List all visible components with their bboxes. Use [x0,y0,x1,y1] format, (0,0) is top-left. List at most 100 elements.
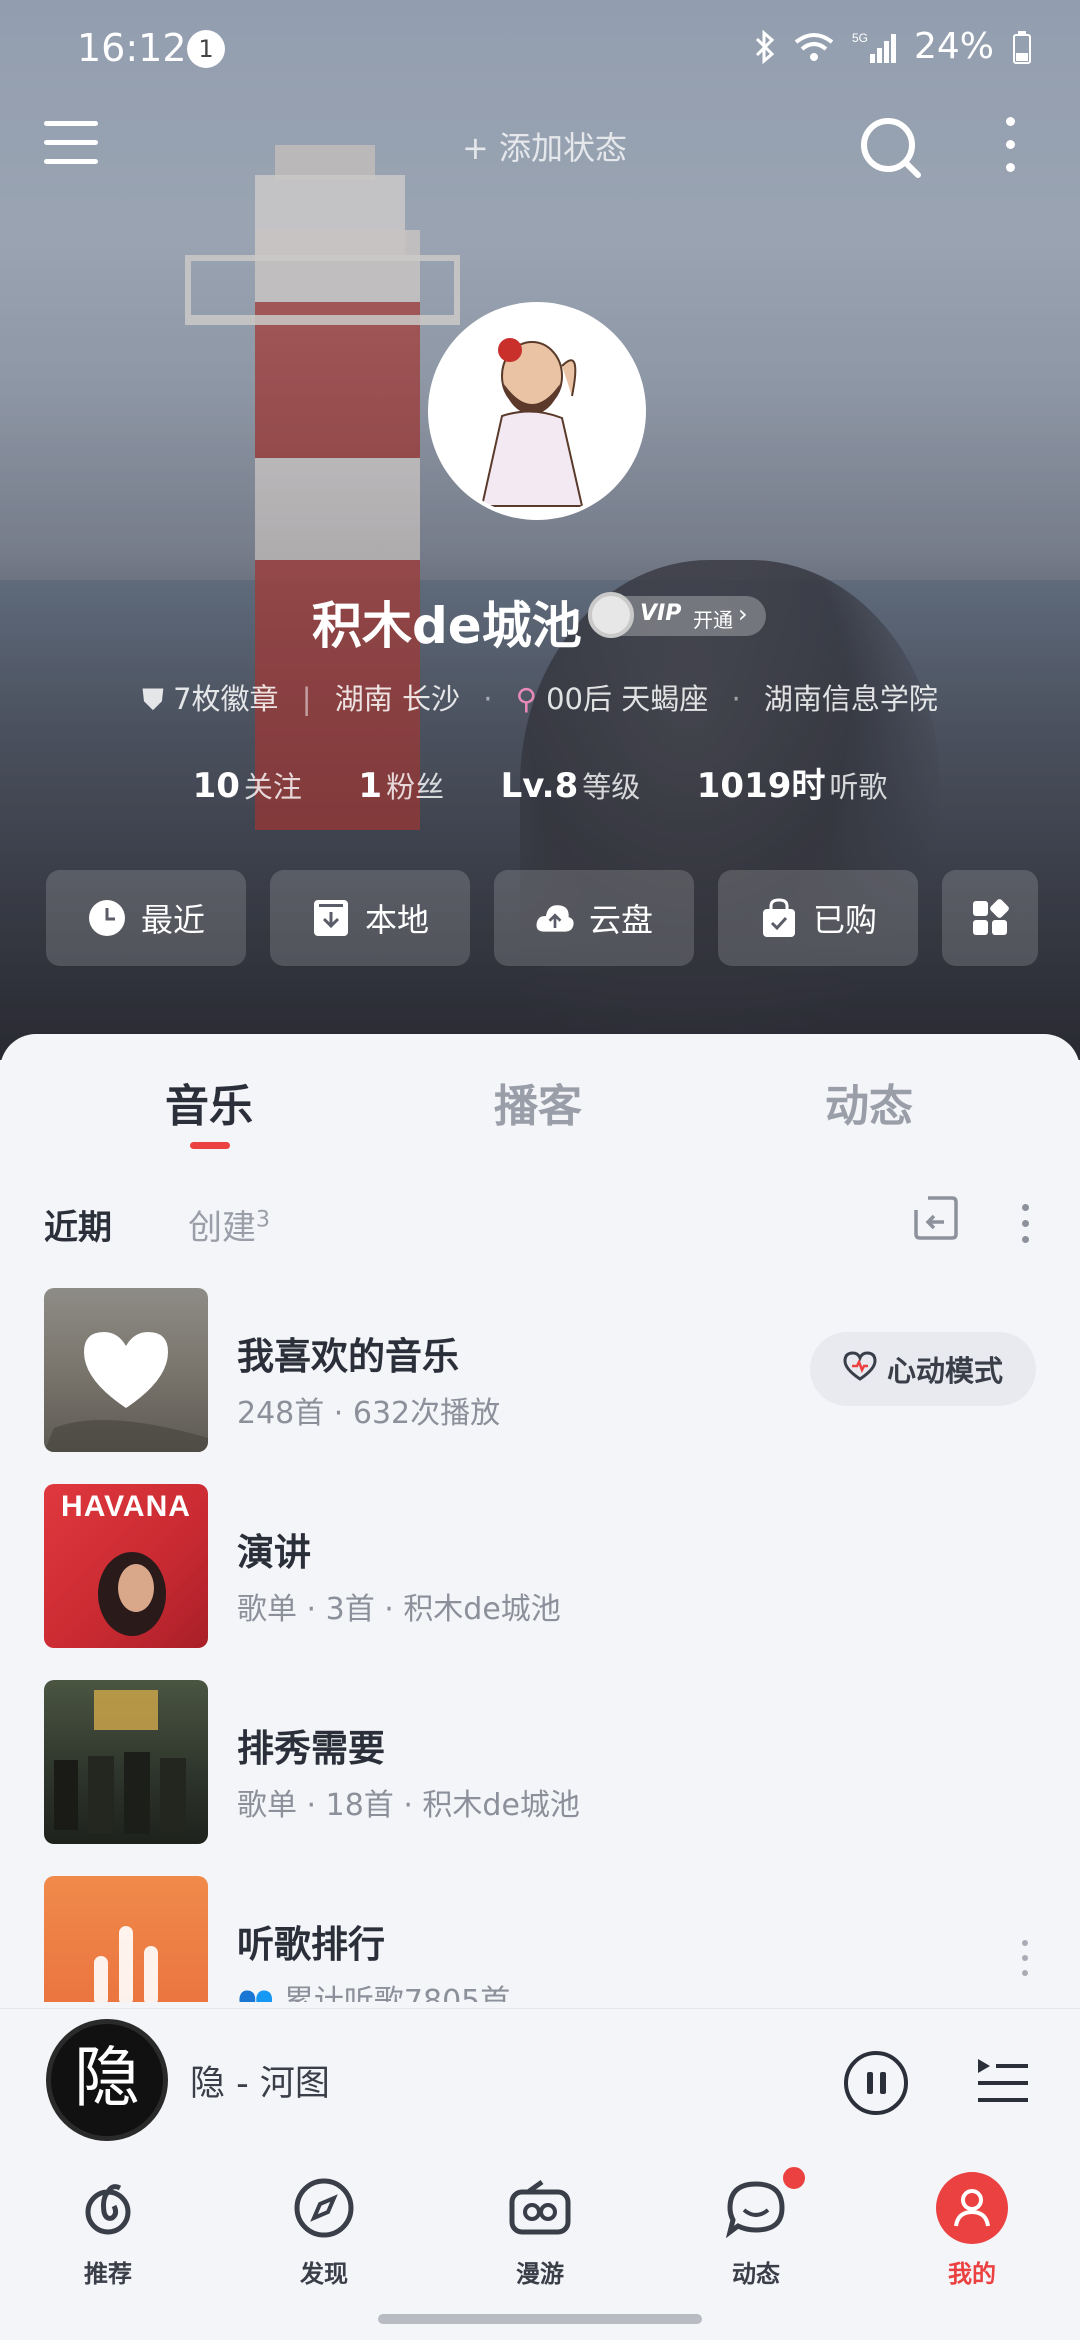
tab-music[interactable]: 音乐 [165,1070,253,1134]
content-tabs: 音乐 播客 动态 [0,1070,1080,1160]
level-stat[interactable]: Lv.8 等级 [501,766,687,806]
purchased-label: 已购 [812,901,877,939]
nav-recommend-label: 推荐 [84,2260,132,2288]
clock-icon [87,898,127,938]
playlist-title: 我喜欢的音乐 [237,1335,459,1378]
svg-text:5G: 5G [852,31,868,45]
add-status-button[interactable]: + 添加状态 [462,123,627,169]
radio-icon [504,2172,576,2244]
created-count: 3 [256,1207,270,1233]
badge-shield-icon: ⛊ [142,682,164,716]
now-playing-title[interactable]: 隐 - 河图 [190,2055,330,2106]
users-icon: 👥 [237,1984,275,2002]
status-time: 16:12 [77,26,187,70]
shopping-bag-icon [759,898,799,938]
tab-podcast[interactable]: 播客 [494,1070,582,1134]
top-bar: + 添加状态 [0,105,1080,195]
active-tab-indicator [190,1142,230,1149]
fans-count: 1 [358,766,383,806]
import-playlist-icon[interactable] [910,1192,962,1248]
netease-logo-icon [72,2172,144,2244]
fans-stat[interactable]: 1 粉丝 [358,766,490,806]
cloud-disk-label: 云盘 [588,901,653,939]
more-apps-button[interactable] [942,870,1038,966]
recent-button[interactable]: 最近 [46,870,246,966]
playlist-queue-icon[interactable] [976,2055,1030,2111]
track-count: 18首 [325,1788,394,1823]
bluetooth-icon [754,29,776,64]
avatar[interactable] [428,302,646,520]
subtab-created-label: 创建 [188,1208,256,1248]
follow-label: 关注 [243,770,302,804]
listening-rank-cover [44,1876,208,2002]
havana-cover: HAVANA [44,1484,208,1648]
dot-separator: · [483,682,493,716]
playlist-cover [44,1680,208,1844]
cloud-upload-icon [535,898,575,938]
chevron-right-icon: › [738,600,748,628]
nav-recommend[interactable]: 推荐 [38,2172,178,2289]
gender-icon: ⚲ [515,682,537,716]
download-box-icon [311,898,351,938]
playlist-title: 排秀需要 [237,1727,385,1770]
local-label: 本地 [364,901,429,939]
nav-moments[interactable]: 动态 [686,2172,826,2289]
list-item[interactable]: 听歌排行 👥 累计听歌7805首 [44,1876,1044,2002]
playlist-meta: 歌单 · 3首 · 积木de城池 [237,1592,561,1627]
purchased-button[interactable]: 已购 [718,870,918,966]
username[interactable]: 积木de城池 [312,586,582,658]
playlist-title: 听歌排行 [237,1923,385,1966]
nav-roam[interactable]: 漫游 [470,2172,610,2289]
search-icon[interactable] [856,113,926,187]
vip-open-label: 开通 [693,608,733,632]
nav-mine-label: 我的 [948,2260,996,2288]
listen-time-value: 1019时 [696,766,826,806]
more-options-icon[interactable] [1000,117,1020,181]
mini-player[interactable]: 隐 隐 - 河图 [0,2008,1080,2153]
list-item[interactable]: 我喜欢的音乐 248首 · 632次播放 心动模式 [44,1288,1044,1452]
bottom-nav: 推荐 发现 漫游 动态 我的 [0,2152,1080,2340]
profile-meta: ⛊ 7枚徽章 | 湖南 长沙 · ⚲ 00后 天蝎座 · 湖南信息学院 [0,676,1080,718]
battery-text: 24% [913,26,994,67]
local-button[interactable]: 本地 [270,870,470,966]
content-panel: 音乐 播客 动态 近期 创建3 我喜欢的音乐 248首 · 632次播放 心动模… [0,1034,1080,2014]
notification-count-badge: 1 [187,30,225,68]
heart-mode-icon [843,1350,877,1388]
follow-stat[interactable]: 10 关注 [193,766,348,806]
nav-discover[interactable]: 发现 [254,2172,394,2289]
grid-icon [970,898,1010,938]
playlist-subtabs: 近期 创建3 [44,1192,1044,1262]
list-item[interactable]: 排秀需要 歌单 · 18首 · 积木de城池 [44,1680,1044,1844]
list-more-icon[interactable] [1018,1204,1032,1252]
heart-mode-label: 心动模式 [886,1354,1003,1388]
list-item[interactable]: HAVANA 演讲 歌单 · 3首 · 积木de城池 [44,1484,1044,1648]
cloud-disk-button[interactable]: 云盘 [494,870,694,966]
track-count: 3首 [325,1592,375,1627]
pause-button[interactable] [844,2051,908,2115]
tab-moments[interactable]: 动态 [825,1070,913,1134]
quick-actions: 最近 本地 云盘 已购 [46,870,1046,968]
playlist-owner: 积木de城池 [403,1592,561,1627]
profile-stats: 10 关注 1 粉丝 Lv.8 等级 1019时 听歌 [0,758,1080,807]
total-listened: 累计听歌7805首 [283,1984,511,2002]
menu-icon[interactable] [44,121,98,171]
play-count: 632次播放 [352,1396,501,1431]
location: 湖南 长沙 [334,682,460,716]
nav-discover-label: 发现 [300,2260,348,2288]
user-icon [936,2172,1008,2244]
playlist-owner: 积木de城池 [422,1788,580,1823]
listen-time-stat[interactable]: 1019时 听歌 [696,766,888,806]
liked-music-cover [44,1288,208,1452]
row-more-icon[interactable] [1018,1940,1032,1988]
playlist-meta: 歌单 · 18首 · 积木de城池 [237,1788,580,1823]
badges-count[interactable]: 7枚徽章 [173,682,278,716]
vip-coin-icon [588,592,634,638]
nav-moments-label: 动态 [732,2260,780,2288]
subtab-created[interactable]: 创建3 [188,1200,270,1249]
now-playing-disc[interactable]: 隐 [46,2019,168,2141]
playlist-title: 演讲 [237,1531,311,1574]
subtab-recent[interactable]: 近期 [44,1200,112,1249]
age-sign: 00后 天蝎座 [546,682,709,716]
heart-mode-button[interactable]: 心动模式 [810,1332,1036,1406]
nav-mine[interactable]: 我的 [902,2172,1042,2289]
